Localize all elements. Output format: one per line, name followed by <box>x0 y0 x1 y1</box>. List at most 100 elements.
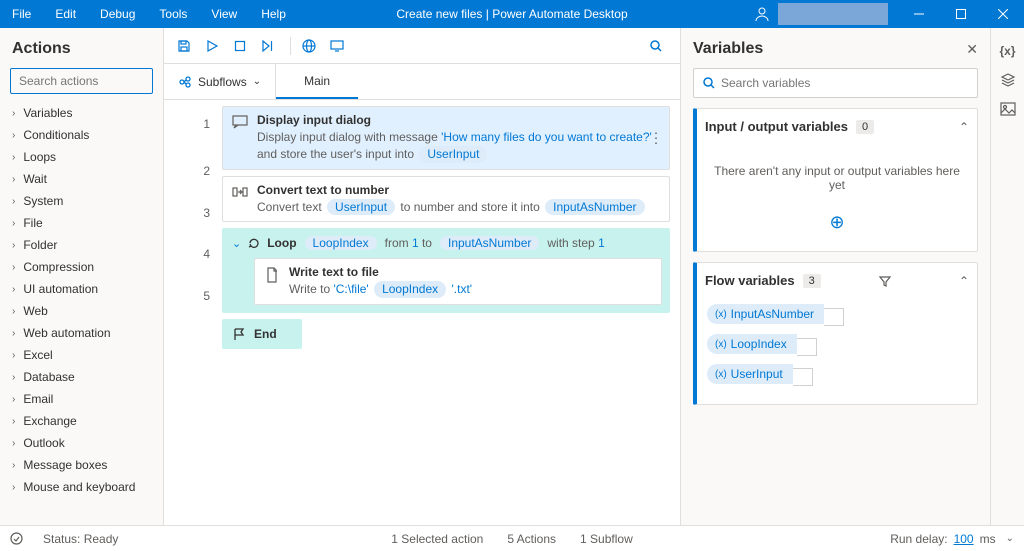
action-options-icon[interactable]: ⋮ <box>649 129 663 146</box>
rail-layers-icon[interactable] <box>1000 72 1016 88</box>
web-recorder-icon[interactable] <box>297 34 321 58</box>
chevron-down-icon: ⌄ <box>253 76 261 87</box>
variable-token: LoopIndex <box>305 236 377 250</box>
menu-file[interactable]: File <box>0 7 43 21</box>
chevron-up-icon: ⌃ <box>959 120 969 134</box>
add-io-variable-button[interactable]: ⊕ <box>697 212 977 251</box>
line-gutter: 1 2 3 4 5 <box>164 100 222 525</box>
chevron-down-icon[interactable]: ⌄ <box>232 237 241 250</box>
flow-variable-item[interactable]: (x) LoopIndex <box>707 334 967 360</box>
chevron-right-icon: › <box>12 152 15 163</box>
line-number: 4 <box>164 230 222 277</box>
category-web-automation[interactable]: ›Web automation <box>0 322 163 344</box>
line-number: 2 <box>164 147 222 194</box>
convert-icon <box>231 183 249 199</box>
editor: Subflows ⌄ Main 1 2 3 4 5 Display input … <box>164 28 680 525</box>
desktop-recorder-icon[interactable] <box>325 34 349 58</box>
line-number: 1 <box>164 100 222 147</box>
category-exchange[interactable]: ›Exchange <box>0 410 163 432</box>
status-actions: 5 Actions <box>507 532 556 546</box>
line-number: 5 <box>164 277 222 313</box>
chevron-right-icon: › <box>12 218 15 229</box>
io-variables-title: Input / output variables <box>705 119 848 134</box>
action-display-input-dialog[interactable]: Display input dialog Display input dialo… <box>222 106 670 170</box>
action-loop[interactable]: ⌄ Loop LoopIndex from 1 to InputAsNumber… <box>222 228 670 313</box>
window-maximize[interactable] <box>940 0 982 28</box>
category-file[interactable]: ›File <box>0 212 163 234</box>
category-label: Outlook <box>23 436 64 450</box>
category-message-boxes[interactable]: ›Message boxes <box>0 454 163 476</box>
search-icon <box>702 76 715 90</box>
menu-tools[interactable]: Tools <box>147 7 199 21</box>
actions-search[interactable] <box>10 68 153 94</box>
category-folder[interactable]: ›Folder <box>0 234 163 256</box>
window-controls <box>752 0 1024 28</box>
category-label: Web automation <box>23 326 110 340</box>
filter-icon[interactable] <box>879 275 891 287</box>
rail-images-icon[interactable] <box>1000 102 1016 116</box>
io-variables-empty-text: There aren't any input or output variabl… <box>697 144 977 212</box>
subflow-bar: Subflows ⌄ Main <box>164 64 680 100</box>
variables-panel: Variables ✕ Input / output variables 0 ⌃… <box>680 28 990 525</box>
status-bar: Status: Ready 1 Selected action 5 Action… <box>0 525 1024 551</box>
menu-edit[interactable]: Edit <box>43 7 88 21</box>
chevron-right-icon: › <box>12 284 15 295</box>
step-icon[interactable] <box>256 34 280 58</box>
action-title: Write text to file <box>289 265 653 279</box>
stop-icon[interactable] <box>228 34 252 58</box>
menu-view[interactable]: View <box>199 7 249 21</box>
tab-main[interactable]: Main <box>276 64 358 99</box>
editor-search-icon[interactable] <box>640 34 672 58</box>
category-loops[interactable]: ›Loops <box>0 146 163 168</box>
action-description: Write to 'C:\file' LoopIndex '.txt' <box>289 281 653 298</box>
category-variables[interactable]: ›Variables <box>0 102 163 124</box>
action-title: End <box>254 327 277 341</box>
category-label: Email <box>23 392 53 406</box>
variable-token: LoopIndex <box>374 281 446 298</box>
flow-variable-item[interactable]: (x) InputAsNumber <box>707 304 967 330</box>
io-variables-header[interactable]: Input / output variables 0 ⌃ <box>697 109 977 144</box>
action-write-text-to-file[interactable]: Write text to file Write to 'C:\file' Lo… <box>254 258 662 305</box>
menu-help[interactable]: Help <box>249 7 298 21</box>
save-icon[interactable] <box>172 34 196 58</box>
user-icon[interactable] <box>752 4 772 24</box>
action-end[interactable]: End <box>222 319 302 349</box>
category-excel[interactable]: ›Excel <box>0 344 163 366</box>
chevron-right-icon: › <box>12 460 15 471</box>
flag-icon <box>232 327 246 341</box>
category-system[interactable]: ›System <box>0 190 163 212</box>
actions-panel: Actions ›Variables›Conditionals›Loops›Wa… <box>0 28 164 525</box>
category-web[interactable]: ›Web <box>0 300 163 322</box>
action-convert-text-to-number[interactable]: Convert text to number Convert text User… <box>222 176 670 223</box>
run-delay-value[interactable]: 100 <box>954 532 974 546</box>
titlebar: File Edit Debug Tools View Help Create n… <box>0 0 1024 28</box>
variables-search-input[interactable] <box>721 76 969 90</box>
category-outlook[interactable]: ›Outlook <box>0 432 163 454</box>
flow-variables-header[interactable]: Flow variables 3 ⌃ <box>697 263 977 298</box>
variables-search[interactable] <box>693 68 978 98</box>
run-icon[interactable] <box>200 34 224 58</box>
category-label: Mouse and keyboard <box>23 480 135 494</box>
flow-canvas: 1 2 3 4 5 Display input dialog Display i… <box>164 100 680 525</box>
menu-debug[interactable]: Debug <box>88 7 147 21</box>
category-compression[interactable]: ›Compression <box>0 256 163 278</box>
rail-variables-icon[interactable]: {x} <box>999 44 1015 58</box>
status-selected: 1 Selected action <box>391 532 483 546</box>
variable-token: InputAsNumber <box>440 236 539 250</box>
category-mouse-and-keyboard[interactable]: ›Mouse and keyboard <box>0 476 163 498</box>
category-conditionals[interactable]: ›Conditionals <box>0 124 163 146</box>
category-database[interactable]: ›Database <box>0 366 163 388</box>
io-variables-section: Input / output variables 0 ⌃ There aren'… <box>693 108 978 252</box>
window-minimize[interactable] <box>898 0 940 28</box>
flow-variable-item[interactable]: (x) UserInput <box>707 364 967 390</box>
variable-token: UserInput <box>327 199 395 216</box>
window-close[interactable] <box>982 0 1024 28</box>
category-ui-automation[interactable]: ›UI automation <box>0 278 163 300</box>
chevron-down-icon[interactable]: ⌄ <box>1006 533 1014 544</box>
actions-search-input[interactable] <box>19 74 144 88</box>
file-write-icon <box>263 265 281 283</box>
category-email[interactable]: ›Email <box>0 388 163 410</box>
category-wait[interactable]: ›Wait <box>0 168 163 190</box>
subflows-dropdown[interactable]: Subflows ⌄ <box>164 64 276 99</box>
close-icon[interactable]: ✕ <box>966 41 978 58</box>
